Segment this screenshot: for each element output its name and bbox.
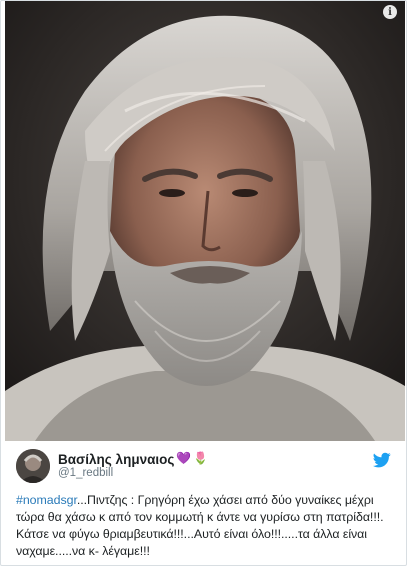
- tweet: Βασίλης λημναιος 💜 🌷 @1_redbill #nomadsg…: [16, 446, 391, 560]
- portrait-image: [5, 1, 405, 441]
- purple-heart-icon: 💜: [176, 451, 192, 466]
- tweet-text: #nomadsgr...Πιντζης : Γρηγόρη έχω χάσει …: [16, 492, 391, 560]
- tweet-photo[interactable]: i: [5, 1, 405, 441]
- twitter-bird-icon[interactable]: [373, 451, 391, 469]
- tweet-header: Βασίλης λημναιος 💜 🌷 @1_redbill: [16, 446, 391, 486]
- avatar[interactable]: [16, 449, 50, 483]
- avatar-image: [16, 449, 50, 483]
- author-names: Βασίλης λημναιος 💜 🌷 @1_redbill: [58, 452, 373, 481]
- embedded-tweet-card: i Βασίλης λημναιος 💜 🌷 @1_redbill #nomad…: [0, 0, 407, 566]
- display-name-text: Βασίλης λημναιος: [58, 451, 175, 467]
- hashtag-link[interactable]: #nomadsgr: [16, 493, 77, 507]
- info-icon[interactable]: i: [383, 5, 397, 19]
- author-handle[interactable]: @1_redbill: [58, 467, 373, 480]
- tulip-icon: 🌷: [193, 451, 209, 466]
- author-display-name[interactable]: Βασίλης λημναιος 💜 🌷: [58, 452, 373, 468]
